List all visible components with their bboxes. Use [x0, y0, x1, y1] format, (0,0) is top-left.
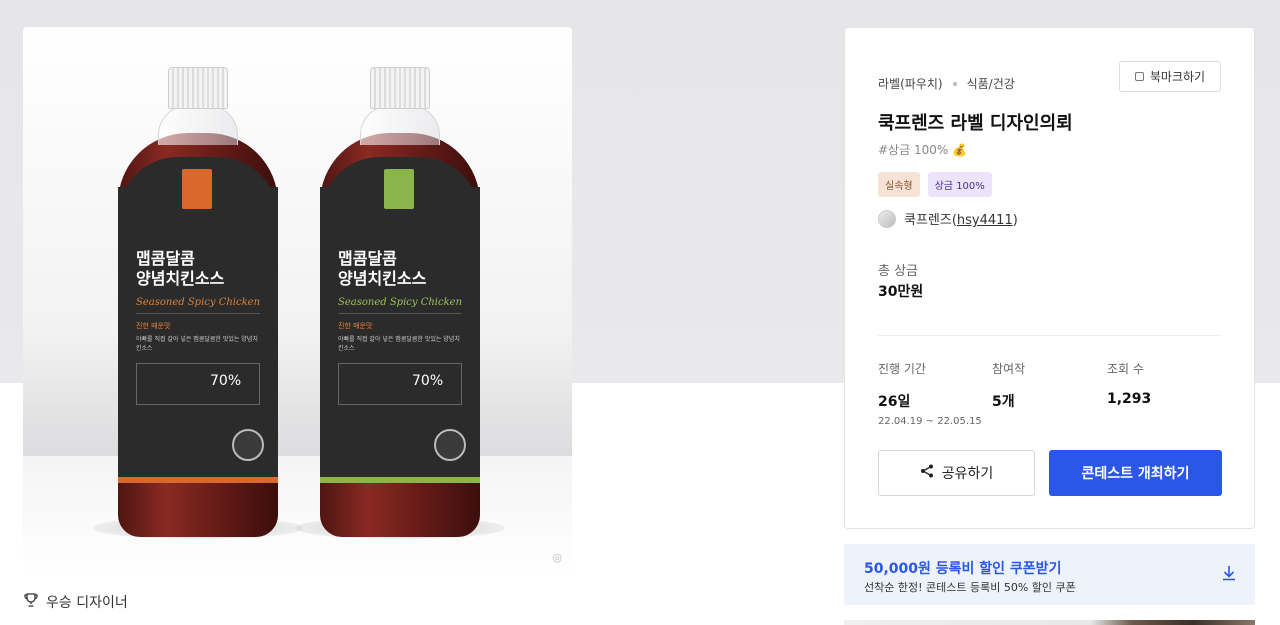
bottle-band — [320, 477, 480, 483]
spec-box — [136, 363, 260, 405]
stat-entries-label: 참여작 — [992, 362, 1026, 376]
stat-views-value: 1,293 — [1107, 391, 1152, 407]
winner-label: 우승 디자이너 — [46, 595, 128, 611]
bottle-cap — [370, 67, 430, 109]
stat-period-range: 22.04.19 ~ 22.05.15 — [878, 416, 982, 427]
sauce-bottle-orange: 맵콤달콤 양념치킨소스 Seasoned Spicy Chicken 진한 매운… — [118, 67, 278, 537]
stat-entries-value: 5개 — [992, 394, 1015, 410]
bottle-title: 맵콤달콤 양념치킨소스 — [338, 249, 427, 288]
bottle-cap — [168, 67, 228, 109]
product-image[interactable]: 맵콤달콤 양념치킨소스 Seasoned Spicy Chicken 진한 매운… — [23, 27, 572, 576]
bottle-tag: 진한 매운맛 — [338, 322, 373, 330]
bookmark-label: 북마크하기 — [1149, 70, 1206, 84]
tag-value-type: 실속형 — [878, 172, 920, 197]
stat-views: 조회 수 1,293 — [1107, 360, 1151, 407]
breadcrumb-subcategory[interactable]: 식품/건강 — [967, 75, 1015, 92]
coupon-subtitle: 선착순 한정! 콘테스트 등록비 50% 할인 쿠폰 — [864, 581, 1076, 594]
bookmark-button[interactable]: 북마크하기 — [1119, 61, 1221, 92]
prize-label: 총 상금 — [878, 264, 919, 279]
bottle-script-text: Seasoned Spicy Chicken — [136, 297, 261, 308]
stat-period-value: 26일 — [878, 394, 911, 410]
bottle-script-text: Seasoned Spicy Chicken — [338, 297, 463, 308]
haccp-seal — [232, 429, 264, 461]
share-label: 공유하기 — [941, 466, 994, 482]
spec-box — [338, 363, 462, 405]
image-floor — [23, 456, 572, 576]
sauce-bottle-green: 맵콤달콤 양념치킨소스 Seasoned Spicy Chicken 진한 매운… — [320, 67, 480, 537]
brand-logo — [182, 169, 212, 209]
contest-title: 쿡프렌즈 라벨 디자인의뢰 — [878, 113, 1073, 134]
host-id[interactable]: hsy4411 — [957, 213, 1013, 228]
bottle-lower-label — [320, 423, 480, 477]
bottle-desc: 아빠를 직접 갈아 넣은 맵콤달콤한 맛있는 양념치킨소스 — [338, 336, 460, 352]
breadcrumb: 라벨(파우치) 식품/건강 — [878, 75, 1015, 92]
bottle-lower-label — [118, 423, 278, 477]
stat-period-label: 진행 기간 — [878, 362, 926, 376]
host-info[interactable]: 쿡프렌즈(hsy4411) — [878, 209, 1018, 228]
breadcrumb-category[interactable]: 라벨(파우치) — [878, 75, 943, 92]
share-icon — [920, 464, 934, 482]
host-contest-label: 콘테스트 개최하기 — [1081, 466, 1190, 482]
breadcrumb-separator — [952, 81, 957, 86]
host-contest-button[interactable]: 콘테스트 개최하기 — [1049, 450, 1222, 496]
stat-views-label: 조회 수 — [1107, 362, 1144, 376]
bottle-desc: 아빠를 직접 갈아 넣은 맵콤달콤한 맛있는 양념치킨소스 — [136, 336, 258, 352]
bottle-neck — [360, 105, 440, 145]
haccp-seal — [434, 429, 466, 461]
stat-entries: 참여작 5개 — [992, 360, 1025, 411]
bottle-title: 맵콤달콤 양념치킨소스 — [136, 249, 225, 288]
bottle-tag: 진한 매운맛 — [136, 322, 171, 330]
avatar — [878, 209, 896, 228]
bookmark-icon — [1134, 72, 1144, 81]
trophy-icon — [24, 593, 38, 611]
download-icon[interactable] — [1221, 564, 1237, 582]
share-button[interactable]: 공유하기 — [878, 450, 1035, 496]
bottle-percent: 70% — [412, 373, 444, 389]
winner-designer[interactable]: 우승 디자이너 — [24, 592, 128, 612]
next-card-preview — [844, 620, 1255, 625]
image-watermark-icon: ◎ — [552, 551, 562, 564]
prize-value: 30만원 — [878, 284, 924, 300]
stat-period: 진행 기간 26일 22.04.19 ~ 22.05.15 — [878, 360, 982, 427]
label-divider — [338, 313, 462, 314]
tag-prize-ratio: 상금 100% — [927, 172, 992, 197]
bottle-band — [118, 477, 278, 483]
contest-tags: 실속형 상금 100% — [878, 172, 992, 197]
contest-hashtag[interactable]: #상금 100% 💰 — [878, 141, 967, 158]
section-divider — [878, 335, 1221, 336]
coupon-title: 50,000원 등록비 할인 쿠폰받기 — [864, 561, 1062, 577]
brand-logo — [384, 169, 414, 209]
bottle-label: 맵콤달콤 양념치킨소스 Seasoned Spicy Chicken 진한 매운… — [320, 157, 480, 423]
contest-info-card: 라벨(파우치) 식품/건강 북마크하기 쿡프렌즈 라벨 디자인의뢰 #상금 10… — [844, 27, 1255, 529]
host-name: 쿡프렌즈 — [904, 213, 952, 228]
label-divider — [136, 313, 260, 314]
bottle-percent: 70% — [210, 373, 242, 389]
bottle-neck — [158, 105, 238, 145]
coupon-banner[interactable]: 50,000원 등록비 할인 쿠폰받기 선착순 한정! 콘테스트 등록비 50%… — [844, 544, 1255, 605]
bottle-label: 맵콤달콤 양념치킨소스 Seasoned Spicy Chicken 진한 매운… — [118, 157, 278, 423]
